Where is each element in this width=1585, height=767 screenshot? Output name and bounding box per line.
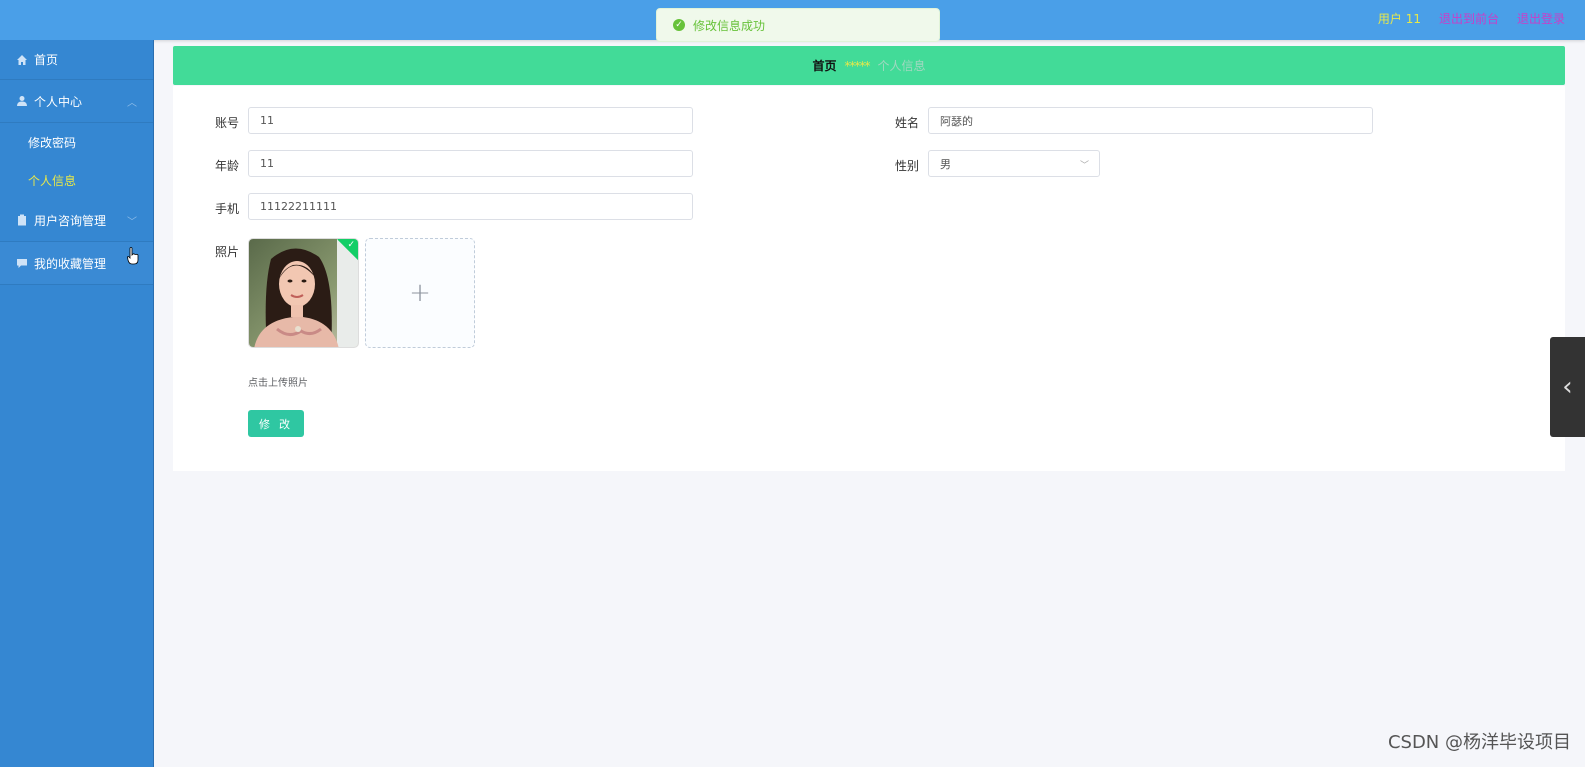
clipboard-icon — [16, 214, 28, 226]
submenu-personal-center: 修改密码 个人信息 — [0, 123, 153, 199]
breadcrumb-separator: ***** — [844, 58, 871, 73]
gender-select[interactable]: 男 ﹀ — [928, 150, 1100, 177]
phone-input[interactable]: 11122211111 — [248, 193, 693, 220]
age-input[interactable]: 11 — [248, 150, 693, 177]
personal-info-form: 账号 11 姓名 阿瑟的 年龄 11 性别 男 ﹀ 手机 11122211111… — [173, 86, 1565, 471]
breadcrumb-current: 个人信息 — [877, 59, 926, 73]
toast-message: 修改信息成功 — [693, 18, 766, 33]
side-panel-toggle[interactable]: ‹ — [1550, 337, 1585, 437]
upload-tip: 点击上传照片 — [248, 378, 308, 389]
name-input[interactable]: 阿瑟的 — [928, 107, 1373, 134]
portrait-image — [249, 239, 358, 347]
sidebar-item-label: 用户咨询管理 — [34, 213, 107, 228]
account-input[interactable]: 11 — [248, 107, 693, 134]
name-label: 姓名 — [894, 116, 919, 130]
hand-cursor-icon — [127, 247, 139, 265]
user-icon — [16, 95, 28, 107]
chat-icon — [16, 257, 28, 269]
chevron-down-icon: ﹀ — [1079, 161, 1089, 171]
chevron-left-icon: ‹ — [1562, 372, 1573, 402]
chevron-down-icon: ﹀ — [127, 216, 137, 228]
home-icon — [16, 54, 28, 66]
sidebar-item-personal-info[interactable]: 个人信息 — [0, 161, 153, 199]
sidebar-item-home[interactable]: 首页 — [0, 40, 153, 80]
sidebar-item-label: 个人中心 — [34, 94, 83, 109]
back-to-front-link[interactable]: 退出到前台 — [1439, 10, 1499, 27]
success-toast: ✓ 修改信息成功 — [656, 8, 940, 42]
sidebar-item-label: 我的收藏管理 — [34, 256, 107, 271]
sidebar: 首页 个人中心 ︿ 修改密码 个人信息 用户咨询管理 ﹀ 我的收藏管理 — [0, 40, 154, 767]
logout-link[interactable]: 退出登录 — [1517, 10, 1565, 27]
photo-upload-button[interactable]: + — [365, 238, 475, 348]
sidebar-item-change-password[interactable]: 修改密码 — [0, 123, 153, 161]
check-icon: ✓ — [347, 240, 355, 250]
chevron-up-icon: ︿ — [127, 97, 137, 109]
sidebar-item-personal-center[interactable]: 个人中心 ︿ — [0, 80, 153, 123]
phone-label: 手机 — [214, 202, 239, 216]
current-user-label: 用户 11 — [1377, 12, 1421, 26]
account-label: 账号 — [214, 116, 239, 130]
watermark: CSDN @杨洋毕设项目 — [1387, 732, 1571, 753]
breadcrumb: 首页 ***** 个人信息 — [173, 46, 1565, 85]
sidebar-item-consult-management[interactable]: 用户咨询管理 ﹀ — [0, 199, 153, 242]
plus-icon: + — [409, 278, 431, 308]
submit-button[interactable]: 修 改 — [248, 410, 304, 437]
sidebar-item-label: 首页 — [34, 53, 59, 67]
photo-label: 照片 — [214, 245, 239, 259]
check-circle-icon: ✓ — [673, 19, 685, 31]
breadcrumb-home[interactable]: 首页 — [812, 57, 836, 74]
uploaded-photo-thumbnail[interactable]: ✓ — [248, 238, 359, 348]
age-label: 年龄 — [214, 159, 239, 173]
gender-label: 性别 — [894, 159, 919, 173]
gender-selected-value: 男 — [940, 157, 951, 171]
top-links: 用户 11 退出到前台 退出登录 — [1378, 10, 1565, 27]
